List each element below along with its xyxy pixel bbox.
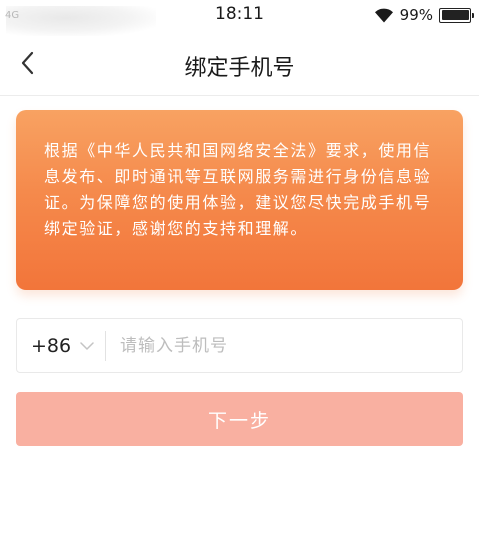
battery-percentage: 99% [399,6,433,24]
chevron-down-icon [80,341,94,350]
status-indicators: 99% [374,5,474,25]
country-code-label: +86 [31,334,72,357]
wifi-icon [374,8,393,23]
status-bar: 4G 18:11 99% [0,0,479,36]
phone-field: +86 [16,318,463,373]
battery-icon [439,7,474,23]
notice-text: 根据《中华人民共和国网络安全法》要求，使用信息发布、即时通讯等互联网服务需进行身… [44,141,432,238]
next-step-button[interactable]: 下一步 [16,392,463,446]
country-code-selector[interactable]: +86 [17,319,105,372]
navigation-bar: 绑定手机号 [0,30,479,96]
phone-number-input[interactable] [106,319,462,372]
page-title: 绑定手机号 [184,56,295,81]
security-notice-card: 根据《中华人民共和国网络安全法》要求，使用信息发布、即时通讯等互联网服务需进行身… [16,110,463,290]
